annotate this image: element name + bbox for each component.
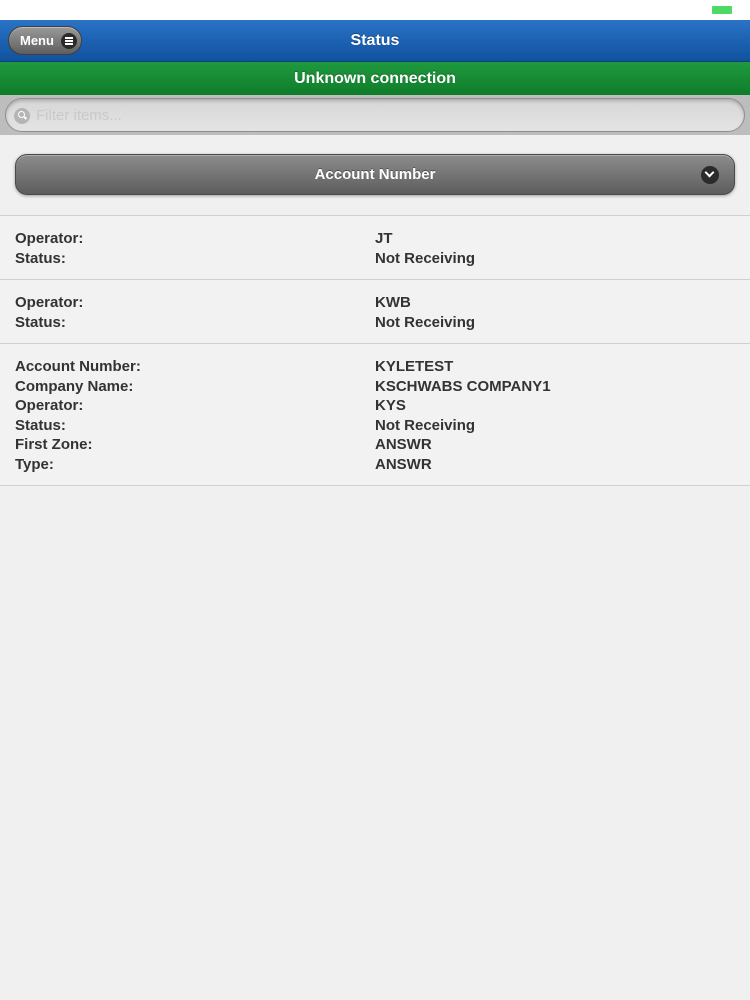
- hamburger-icon: [60, 32, 77, 49]
- filter-bar: [0, 95, 750, 135]
- sort-select[interactable]: Account Number: [15, 154, 735, 195]
- field-value: Not Receiving: [375, 313, 476, 331]
- system-status-bar: [0, 0, 750, 20]
- page-title: Status: [350, 32, 400, 49]
- list-item[interactable]: Operator: JT Status: Not Receiving: [0, 216, 750, 280]
- connection-status-banner: Unknown connection: [0, 62, 750, 95]
- field-value: ANSWR: [375, 436, 432, 454]
- field-label: First Zone:: [15, 436, 93, 454]
- field-label: Operator:: [15, 230, 84, 248]
- sort-select-container: Account Number: [0, 135, 750, 216]
- menu-button-label: Menu: [20, 33, 54, 48]
- menu-button[interactable]: Menu: [8, 26, 82, 55]
- list-item[interactable]: Operator: KWB Status: Not Receiving: [0, 280, 750, 344]
- field-value: KWB: [375, 294, 411, 312]
- field-label: Status:: [15, 249, 66, 267]
- search-icon: [14, 108, 30, 124]
- field-value: ANSWR: [375, 455, 432, 473]
- field-label: Operator:: [15, 294, 84, 312]
- field-value: KYLETEST: [375, 358, 454, 376]
- list-row: Type: ANSWR: [15, 455, 735, 475]
- app-header: Menu Status: [0, 20, 750, 62]
- list-row: First Zone: ANSWR: [15, 435, 735, 455]
- chevron-down-icon: [701, 166, 719, 184]
- list-row: Status: Not Receiving: [15, 313, 735, 333]
- field-label: Operator:: [15, 397, 84, 415]
- field-value: KYS: [375, 397, 406, 415]
- field-label: Account Number:: [15, 358, 141, 376]
- list-row: Operator: JT: [15, 229, 735, 249]
- list-row: Operator: KYS: [15, 396, 735, 416]
- field-label: Company Name:: [15, 377, 134, 395]
- field-value: KSCHWABS COMPANY1: [375, 377, 551, 395]
- field-label: Status:: [15, 313, 66, 331]
- list-row: Company Name: KSCHWABS COMPANY1: [15, 377, 735, 397]
- field-value: Not Receiving: [375, 416, 476, 434]
- list-row: Account Number: KYLETEST: [15, 357, 735, 377]
- list-item[interactable]: Account Number: KYLETEST Company Name: K…: [0, 344, 750, 486]
- sort-select-value: Account Number: [314, 166, 436, 183]
- list-row: Operator: KWB: [15, 293, 735, 313]
- list-row: Status: Not Receiving: [15, 416, 735, 436]
- filter-input[interactable]: [36, 99, 734, 131]
- list-row: Status: Not Receiving: [15, 249, 735, 269]
- field-label: Status:: [15, 416, 66, 434]
- field-value: JT: [375, 230, 393, 248]
- field-value: Not Receiving: [375, 249, 476, 267]
- field-label: Type:: [15, 455, 54, 473]
- filter-field[interactable]: [5, 98, 745, 132]
- status-list: Operator: JT Status: Not Receiving Opera…: [0, 216, 750, 486]
- battery-icon: [712, 6, 732, 14]
